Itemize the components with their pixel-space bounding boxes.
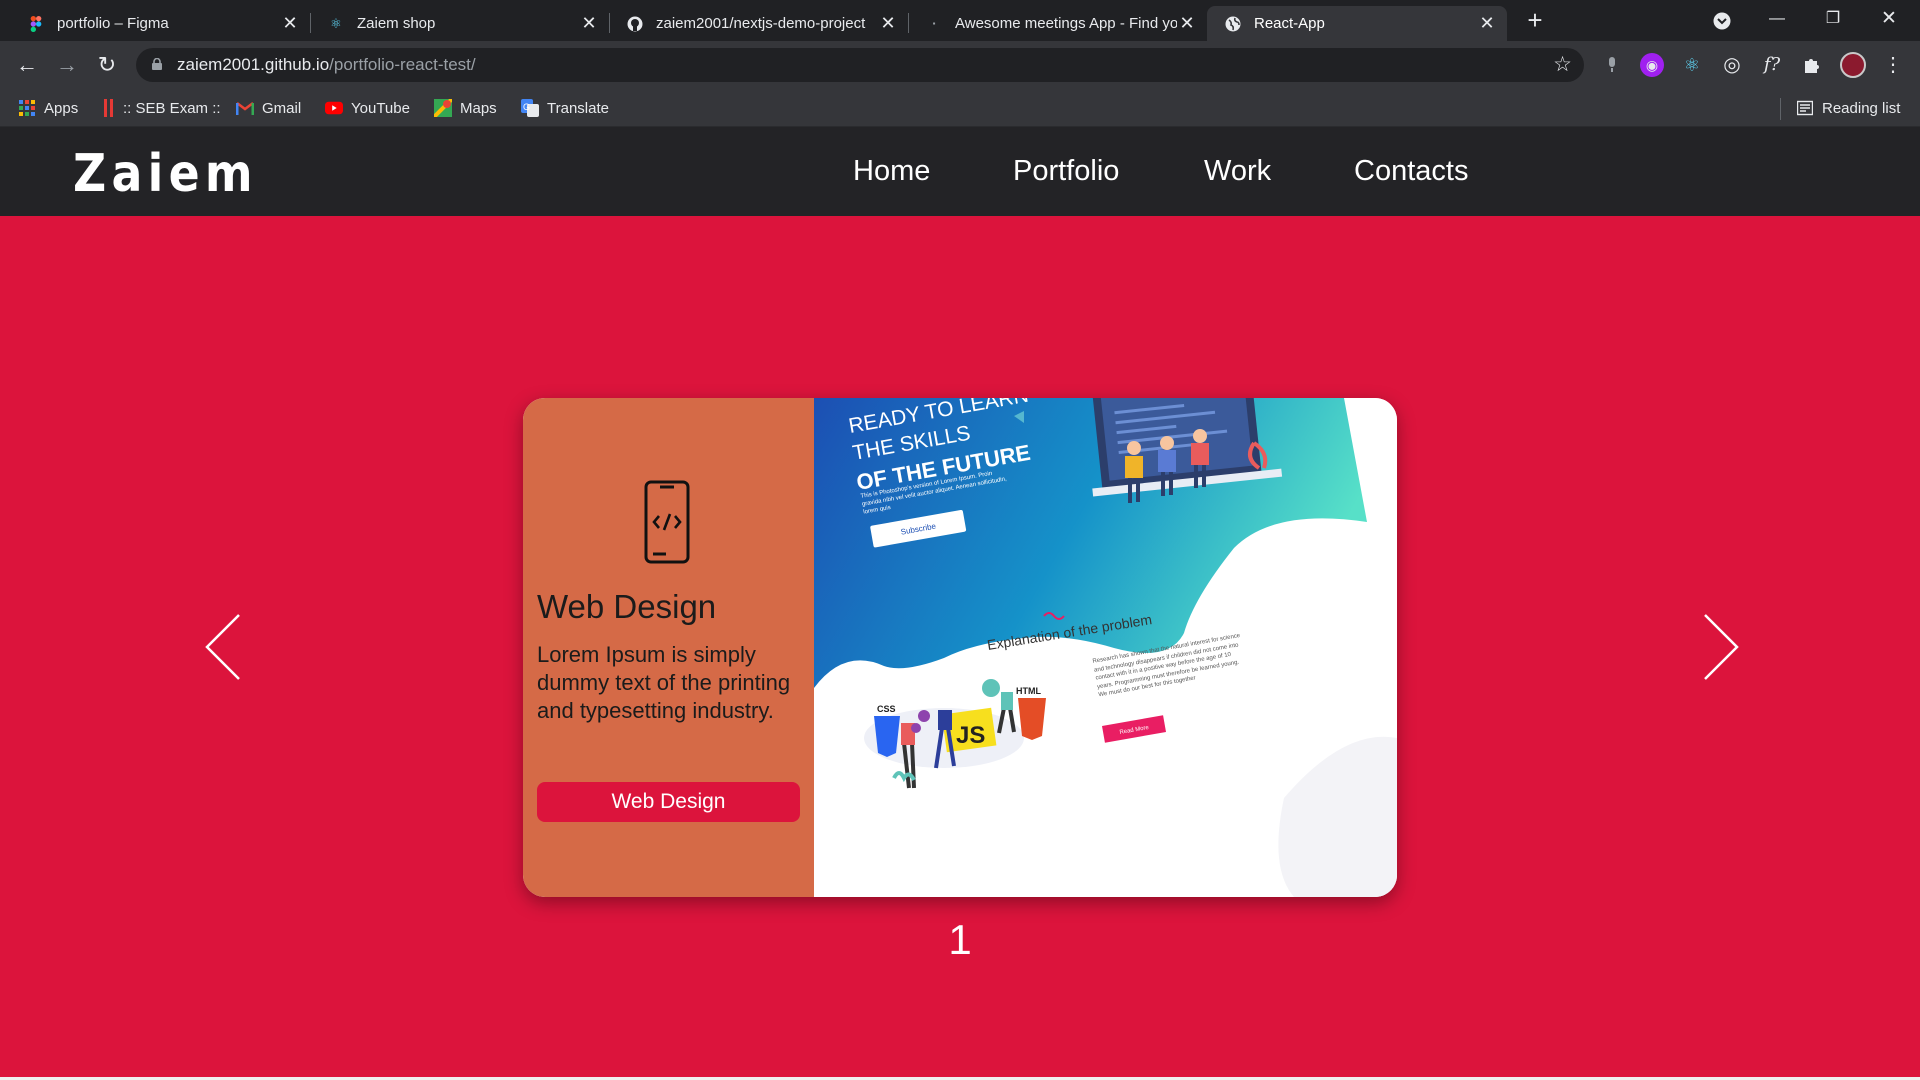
tab-zaiem-shop[interactable]: ⚛ Zaiem shop ✕ bbox=[310, 6, 609, 41]
bookmark-maps[interactable]: Maps bbox=[434, 98, 497, 118]
nav-work[interactable]: Work bbox=[1204, 155, 1271, 188]
tab-title: zaiem2001/nextjs-demo-project bbox=[656, 15, 866, 32]
nav-contacts[interactable]: Contacts bbox=[1354, 155, 1468, 188]
js-badge: JS bbox=[956, 722, 985, 749]
tab-meetings[interactable]: ▪ Awesome meetings App - Find your ✕ bbox=[908, 6, 1207, 41]
slide-category-button[interactable]: Web Design bbox=[537, 782, 800, 822]
browser-toolbar: ← → ↻ zaiem2001.github.io/portfolio-reac… bbox=[0, 41, 1920, 90]
css-badge: CSS bbox=[877, 704, 896, 714]
react-devtools-icon[interactable]: ⚛ bbox=[1680, 53, 1704, 77]
url-host: zaiem2001.github.io bbox=[177, 55, 330, 74]
tab-title: Zaiem shop bbox=[357, 15, 436, 32]
bookmark-label: :: SEB Exam :: bbox=[123, 99, 221, 117]
bookmark-label: Gmail bbox=[262, 99, 302, 117]
site-logo[interactable]: Zaiem bbox=[73, 144, 258, 204]
extension-mic-icon[interactable] bbox=[1600, 53, 1624, 77]
url-text: zaiem2001.github.io/portfolio-react-test… bbox=[177, 55, 476, 75]
mobile-code-icon bbox=[644, 480, 690, 564]
new-tab-button[interactable]: + bbox=[1521, 6, 1549, 34]
nav-home[interactable]: Home bbox=[853, 155, 930, 188]
translate-icon: G bbox=[521, 99, 539, 117]
restore-button[interactable]: ❐ bbox=[1806, 0, 1860, 41]
close-tab-icon[interactable]: ✕ bbox=[878, 13, 898, 34]
back-arrow-icon[interactable]: ← bbox=[12, 50, 42, 80]
bookmark-label: Maps bbox=[460, 99, 497, 117]
tab-title: React-App bbox=[1254, 15, 1325, 32]
tab-react-app[interactable]: React-App ✕ bbox=[1207, 6, 1507, 41]
site-header: Zaiem Home Portfolio Work Contacts bbox=[0, 127, 1920, 216]
gmail-icon bbox=[236, 99, 254, 117]
bookmarks-divider bbox=[1780, 98, 1781, 120]
reading-list-label: Reading list bbox=[1822, 99, 1901, 117]
extensions-puzzle-icon[interactable] bbox=[1800, 53, 1824, 77]
slide-counter: 1 bbox=[948, 916, 972, 963]
bookmark-gmail[interactable]: Gmail bbox=[236, 98, 301, 118]
bookmark-apps[interactable]: Apps bbox=[18, 98, 78, 118]
lock-icon bbox=[152, 58, 162, 70]
close-tab-icon[interactable]: ✕ bbox=[280, 13, 300, 34]
reading-list-icon bbox=[1796, 99, 1814, 117]
slide-info-panel: Web Design Lorem Ipsum is simply dummy t… bbox=[523, 398, 814, 897]
close-window-button[interactable]: ✕ bbox=[1862, 0, 1916, 41]
html-badge: HTML bbox=[1016, 686, 1041, 696]
slide-description: Lorem Ipsum is simply dummy text of the … bbox=[537, 642, 791, 723]
next-arrow-icon[interactable] bbox=[1701, 611, 1741, 683]
close-tab-icon[interactable]: ✕ bbox=[1477, 13, 1497, 34]
svg-text:G: G bbox=[523, 102, 530, 112]
slide-title: Web Design bbox=[537, 588, 717, 625]
tab-search-icon[interactable] bbox=[1695, 0, 1749, 41]
seb-icon bbox=[103, 99, 115, 117]
youtube-icon bbox=[325, 99, 343, 117]
react-icon: ⚛ bbox=[330, 15, 342, 31]
bookmark-seb-exam[interactable]: :: SEB Exam :: bbox=[103, 98, 221, 118]
tab-github[interactable]: zaiem2001/nextjs-demo-project ✕ bbox=[609, 6, 908, 41]
address-bar[interactable]: zaiem2001.github.io/portfolio-react-test… bbox=[136, 48, 1584, 82]
bookmark-label: Apps bbox=[44, 99, 79, 117]
prev-arrow-icon[interactable] bbox=[203, 611, 243, 683]
globe-icon bbox=[1225, 16, 1241, 32]
tab-figma[interactable]: portfolio – Figma ✕ bbox=[10, 6, 310, 41]
bookmark-label: YouTube bbox=[351, 99, 410, 117]
close-tab-icon[interactable]: ✕ bbox=[1177, 13, 1197, 34]
tab-title: Awesome meetings App - Find your bbox=[955, 15, 1177, 32]
maps-icon bbox=[434, 99, 452, 117]
bookmark-youtube[interactable]: YouTube bbox=[325, 98, 410, 118]
apps-grid-icon bbox=[18, 99, 36, 117]
browser-tab-bar: portfolio – Figma ✕ ⚛ Zaiem shop ✕ zaiem… bbox=[0, 0, 1920, 41]
extension-target-icon[interactable]: ◎ bbox=[1720, 53, 1744, 77]
bookmark-star-icon[interactable]: ☆ bbox=[1553, 52, 1572, 77]
profile-avatar[interactable] bbox=[1840, 52, 1866, 78]
tab-title: portfolio – Figma bbox=[57, 15, 169, 32]
hero-section: Web Design Lorem Ipsum is simply dummy t… bbox=[0, 216, 1920, 1078]
bookmark-label: Translate bbox=[547, 99, 609, 117]
loading-icon: ▪ bbox=[932, 19, 936, 28]
extension-purple-icon[interactable]: ◉ bbox=[1640, 53, 1664, 77]
minimize-button[interactable]: — bbox=[1750, 0, 1804, 41]
browser-menu-icon[interactable]: ⋮ bbox=[1878, 50, 1908, 80]
slide-preview-image: READY TO LEARN THE SKILLS OF THE FUTURE … bbox=[814, 398, 1397, 897]
forward-arrow-icon[interactable]: → bbox=[52, 50, 82, 80]
bookmarks-bar: Apps :: SEB Exam :: Gmail YouTube Maps G… bbox=[0, 90, 1920, 127]
close-tab-icon[interactable]: ✕ bbox=[579, 13, 599, 34]
bookmark-translate[interactable]: G Translate bbox=[521, 98, 609, 118]
url-path: /portfolio-react-test/ bbox=[329, 55, 476, 74]
github-icon bbox=[627, 16, 643, 32]
figma-icon bbox=[28, 15, 44, 32]
extension-function-icon[interactable]: f? bbox=[1760, 53, 1784, 77]
reading-list-button[interactable]: Reading list bbox=[1796, 98, 1900, 118]
portfolio-slide-card: Web Design Lorem Ipsum is simply dummy t… bbox=[523, 398, 1397, 897]
nav-portfolio[interactable]: Portfolio bbox=[1013, 155, 1119, 188]
reload-icon[interactable]: ↻ bbox=[92, 50, 122, 80]
